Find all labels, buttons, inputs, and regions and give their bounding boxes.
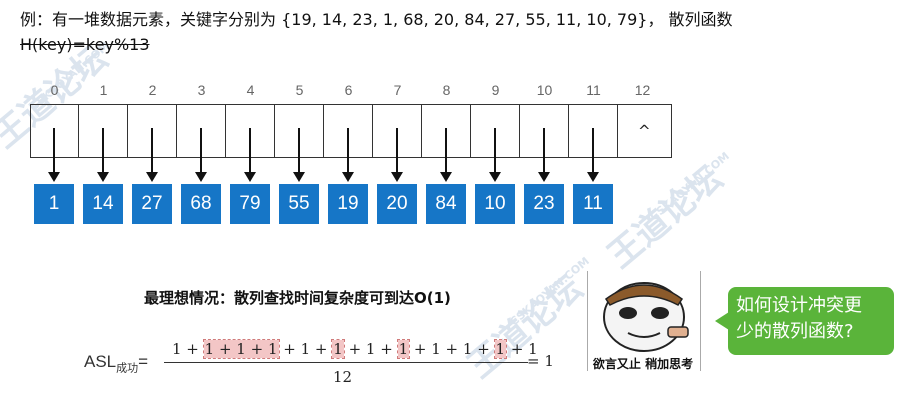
numerator-highlight: 1 (331, 339, 345, 359)
arrow-head (342, 172, 354, 182)
section-heading: 最理想情况：散列查找时间复杂度可到达O(1) (144, 289, 451, 307)
numerator-highlight: 1 (493, 339, 508, 359)
list-node: 11 (573, 184, 613, 224)
list-node: 1 (34, 184, 74, 224)
numerator-highlight: 1 + 1 + 1 (202, 339, 280, 359)
index-label: 9 (491, 82, 500, 98)
numerator-part: + 1 + (278, 340, 333, 358)
index-label: 5 (295, 82, 304, 98)
numerator-part: 1 + (172, 340, 204, 358)
fraction-bar (164, 362, 528, 363)
list-node: 14 (83, 184, 123, 224)
list-node: 19 (328, 184, 368, 224)
speech-bubble: 如何设计冲突更 少的散列函数? (728, 287, 894, 355)
numerator-highlight: 1 (396, 339, 411, 359)
arrow-head (391, 172, 403, 182)
pointer-arrow (298, 128, 300, 176)
index-label: 3 (197, 82, 206, 98)
index-label: 2 (148, 82, 157, 98)
list-node: 79 (230, 184, 270, 224)
pointer-arrow (347, 128, 349, 176)
hash-function: H(key)=key%13 (20, 35, 150, 54)
problem-statement: 例：有一堆数据元素，关键字分别为 {19, 14, 23, 1, 68, 20,… (20, 10, 733, 29)
index-label: 4 (246, 82, 255, 98)
formula-result: = 1 (527, 352, 554, 370)
asl-equals: = (138, 352, 149, 371)
asl-text: ASL (84, 352, 117, 371)
arrow-head (244, 172, 256, 182)
arrow-head (97, 172, 109, 182)
arrow-head (587, 172, 599, 182)
arrow-head (440, 172, 452, 182)
arrow-head (146, 172, 158, 182)
arrow-head (489, 172, 501, 182)
index-label: 10 (536, 82, 553, 98)
bubble-tail (715, 312, 729, 330)
list-node: 20 (377, 184, 417, 224)
index-label: 0 (50, 82, 59, 98)
pointer-arrow (445, 128, 447, 176)
list-node: 10 (475, 184, 515, 224)
index-label: 1 (99, 82, 108, 98)
pointer-arrow (200, 128, 202, 176)
formula-denominator: 12 (333, 368, 353, 386)
asl-label: ASL成功= (84, 352, 148, 375)
pointer-arrow (543, 128, 545, 176)
arrow-head (195, 172, 207, 182)
numerator-part: + 1 + 1 + (409, 340, 495, 358)
pointer-arrow (249, 128, 251, 176)
index-label: 12 (634, 82, 651, 98)
pointer-arrow (102, 128, 104, 176)
bubble-line: 少的散列函数? (736, 321, 854, 342)
pointer-arrow (592, 128, 594, 176)
null-pointer-symbol: ^ (638, 122, 651, 140)
arrow-head (48, 172, 60, 182)
list-node: 55 (279, 184, 319, 224)
arrow-head (538, 172, 550, 182)
arrow-head (293, 172, 305, 182)
pointer-arrow (396, 128, 398, 176)
index-label: 8 (442, 82, 451, 98)
index-label: 7 (393, 82, 402, 98)
panda-face-icon (603, 282, 689, 352)
formula-numerator: 1 + 1 + 1 + 1 + 1 + 1 + 1 + 1 + 1 + 1 + … (172, 339, 538, 359)
index-label: 6 (344, 82, 353, 98)
list-node: 84 (426, 184, 466, 224)
asl-subscript: 成功 (116, 362, 139, 375)
pointer-arrow (494, 128, 496, 176)
numerator-part: + 1 + (343, 340, 398, 358)
bubble-line: 如何设计冲突更 (736, 295, 862, 316)
pointer-arrow (53, 128, 55, 176)
list-node: 68 (181, 184, 221, 224)
pointer-arrow (151, 128, 153, 176)
list-node: 27 (132, 184, 172, 224)
index-label: 11 (586, 82, 601, 98)
meme-caption: 欲言又止 稍加思考 (592, 357, 694, 371)
list-node: 23 (524, 184, 564, 224)
